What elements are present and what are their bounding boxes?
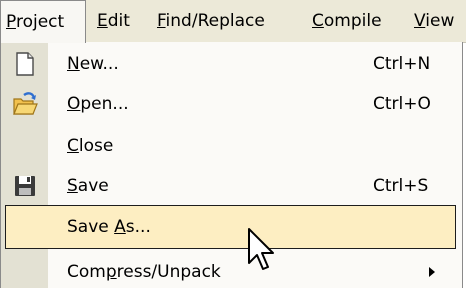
menu-compile-mnemonic: C <box>312 11 324 31</box>
menu-item-compress-mnemonic: p <box>105 262 117 282</box>
menu-item-close[interactable]: Close <box>1 124 462 168</box>
mouse-pointer-icon <box>248 228 274 270</box>
menu-find-replace-rest: ind/Replace <box>165 11 265 31</box>
menu-view[interactable]: View <box>414 0 454 42</box>
menu-item-open-rest: pen... <box>80 94 129 114</box>
menu-find-replace[interactable]: Find/Replace <box>157 0 265 42</box>
menu-edit-mnemonic: E <box>97 11 108 31</box>
menu-item-save[interactable]: Save Ctrl+S <box>1 164 462 208</box>
menu-item-compress-unpack[interactable]: Compress/Unpack <box>1 250 462 294</box>
menu-item-save-as-rest: s... <box>125 217 151 237</box>
project-dropdown-menu: New... Ctrl+N Open... Ctrl+O Close Save … <box>0 42 463 288</box>
menu-item-new-rest: ew... <box>79 54 119 74</box>
menu-compile[interactable]: Compile <box>312 0 382 42</box>
new-file-icon <box>16 52 34 76</box>
menu-item-save-as[interactable]: Save As... <box>5 205 456 249</box>
submenu-arrow-icon <box>429 267 435 277</box>
menu-item-save-as-prefix: Save <box>67 217 115 237</box>
menu-item-save-shortcut: Ctrl+S <box>373 176 429 196</box>
menu-item-new-shortcut: Ctrl+N <box>373 54 431 74</box>
menu-project-mnemonic: P <box>6 12 16 32</box>
menu-item-open-shortcut: Ctrl+O <box>373 94 431 114</box>
menu-item-compress-prefix: Com <box>67 262 106 282</box>
menu-item-open[interactable]: Open... Ctrl+O <box>1 82 462 126</box>
menu-item-compress-rest: ress/Unpack <box>116 262 221 282</box>
menu-bar: Project Edit Find/Replace Compile View <box>0 0 466 43</box>
menu-edit[interactable]: Edit <box>97 0 130 42</box>
menu-project-rest: roject <box>15 12 65 32</box>
open-folder-icon <box>13 92 38 115</box>
menu-item-close-mnemonic: C <box>67 136 79 156</box>
menu-compile-rest: ompile <box>323 11 382 31</box>
floppy-disk-icon <box>15 176 35 196</box>
menu-item-open-mnemonic: O <box>67 94 81 114</box>
menu-item-save-as-mnemonic: A <box>114 217 126 237</box>
menu-edit-rest: dit <box>107 11 130 31</box>
menu-project[interactable]: Project <box>0 0 86 43</box>
menu-view-rest: iew <box>425 11 455 31</box>
menu-find-replace-mnemonic: F <box>157 11 166 31</box>
menu-item-new-mnemonic: N <box>67 54 80 74</box>
menu-item-save-mnemonic: S <box>67 176 78 196</box>
menu-item-new[interactable]: New... Ctrl+N <box>1 42 462 86</box>
menu-item-close-rest: lose <box>78 136 114 156</box>
menu-view-mnemonic: V <box>414 11 426 31</box>
menu-item-save-rest: ave <box>77 176 109 196</box>
